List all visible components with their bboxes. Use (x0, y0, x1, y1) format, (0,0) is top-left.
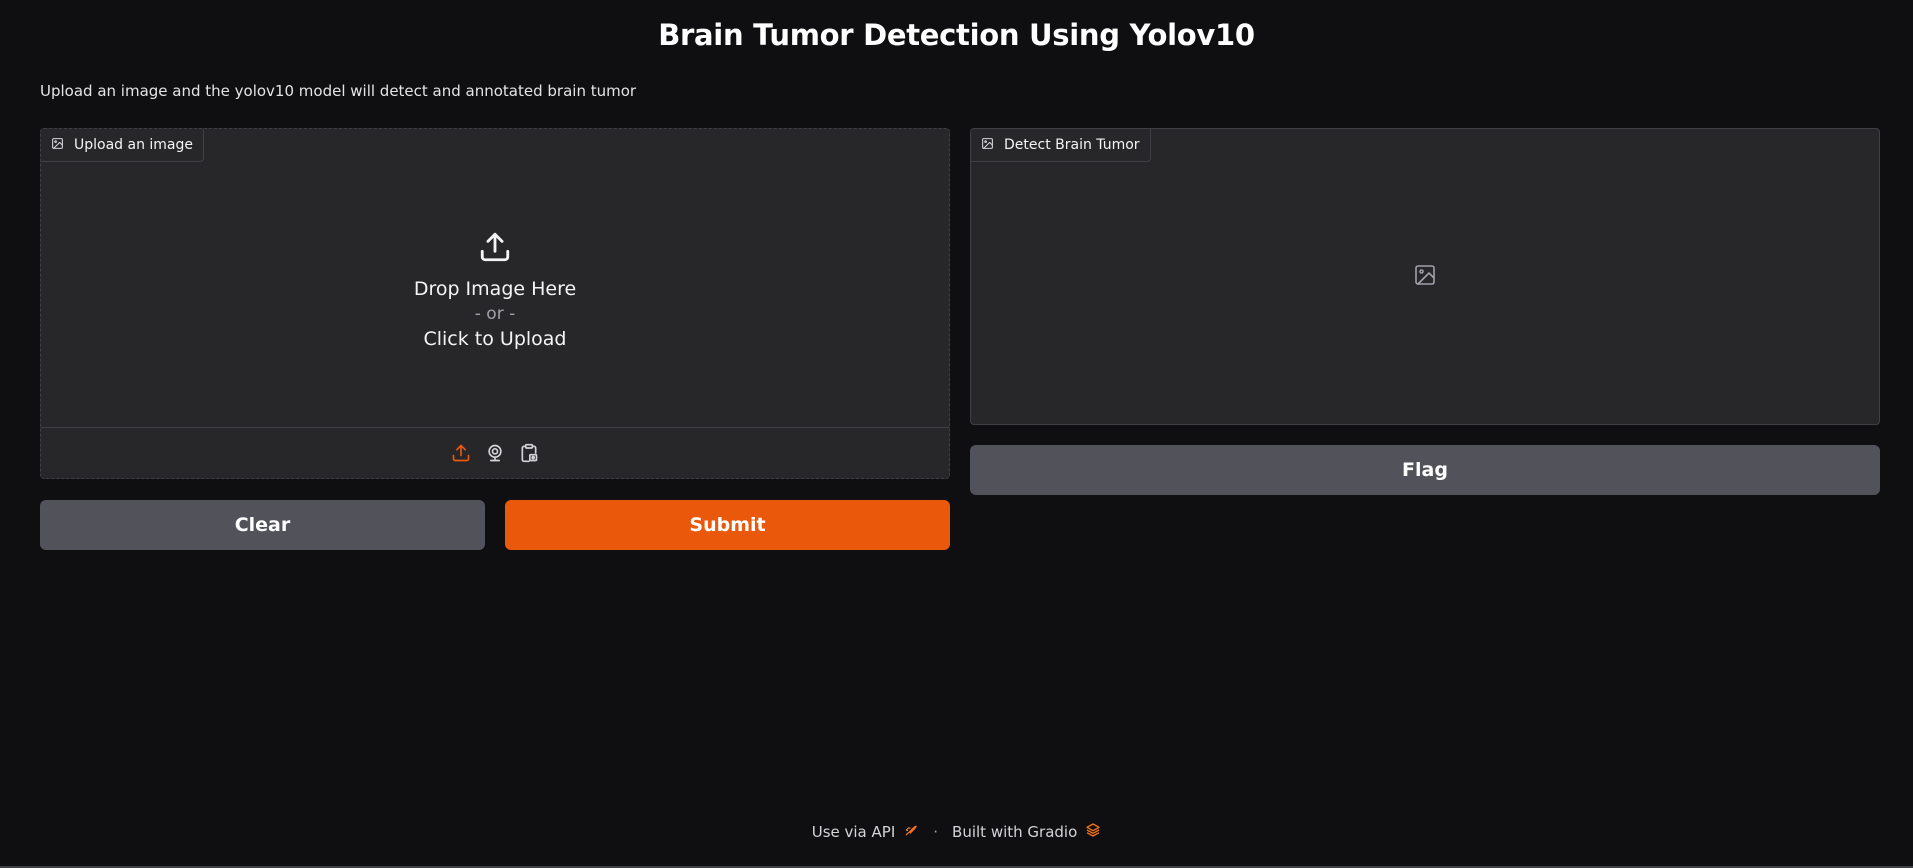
footer: Use via API · Built with Gradio (0, 822, 1913, 842)
page-title: Brain Tumor Detection Using Yolov10 (658, 18, 1255, 52)
built-with-gradio-text: Built with Gradio (952, 823, 1078, 841)
or-text: - or - (474, 304, 516, 324)
upload-source-icon[interactable] (450, 442, 472, 464)
empty-image-placeholder-icon (1413, 263, 1437, 291)
page-description: Upload an image and the yolov10 model wi… (40, 82, 637, 100)
click-to-upload-text: Click to Upload (423, 328, 567, 350)
app-root: Brain Tumor Detection Using Yolov10 Uplo… (0, 0, 1913, 868)
use-via-api-text: Use via API (811, 823, 896, 841)
image-icon (981, 137, 994, 154)
flag-button[interactable]: Flag (970, 445, 1880, 495)
use-via-api-link[interactable]: Use via API (812, 822, 920, 842)
clear-button[interactable]: Clear (40, 500, 485, 550)
drop-image-text: Drop Image Here (413, 278, 577, 300)
footer-separator: · (933, 823, 939, 841)
gradio-logo-icon (1085, 822, 1101, 842)
output-panel-label-text: Detect Brain Tumor (1004, 137, 1140, 153)
image-source-bar (41, 427, 949, 478)
clipboard-icon[interactable] (518, 442, 540, 464)
submit-button[interactable]: Submit (505, 500, 950, 550)
webcam-icon[interactable] (484, 442, 506, 464)
upload-icon (478, 230, 512, 268)
output-panel-label: Detect Brain Tumor (971, 129, 1151, 162)
image-upload-panel: Upload an image Drop Image Here - or - C… (40, 128, 950, 479)
detection-output-panel: Detect Brain Tumor (970, 128, 1880, 425)
rocket-icon (903, 822, 919, 842)
image-drop-zone[interactable]: Drop Image Here - or - Click to Upload (41, 129, 949, 429)
built-with-gradio-link[interactable]: Built with Gradio (952, 822, 1101, 842)
